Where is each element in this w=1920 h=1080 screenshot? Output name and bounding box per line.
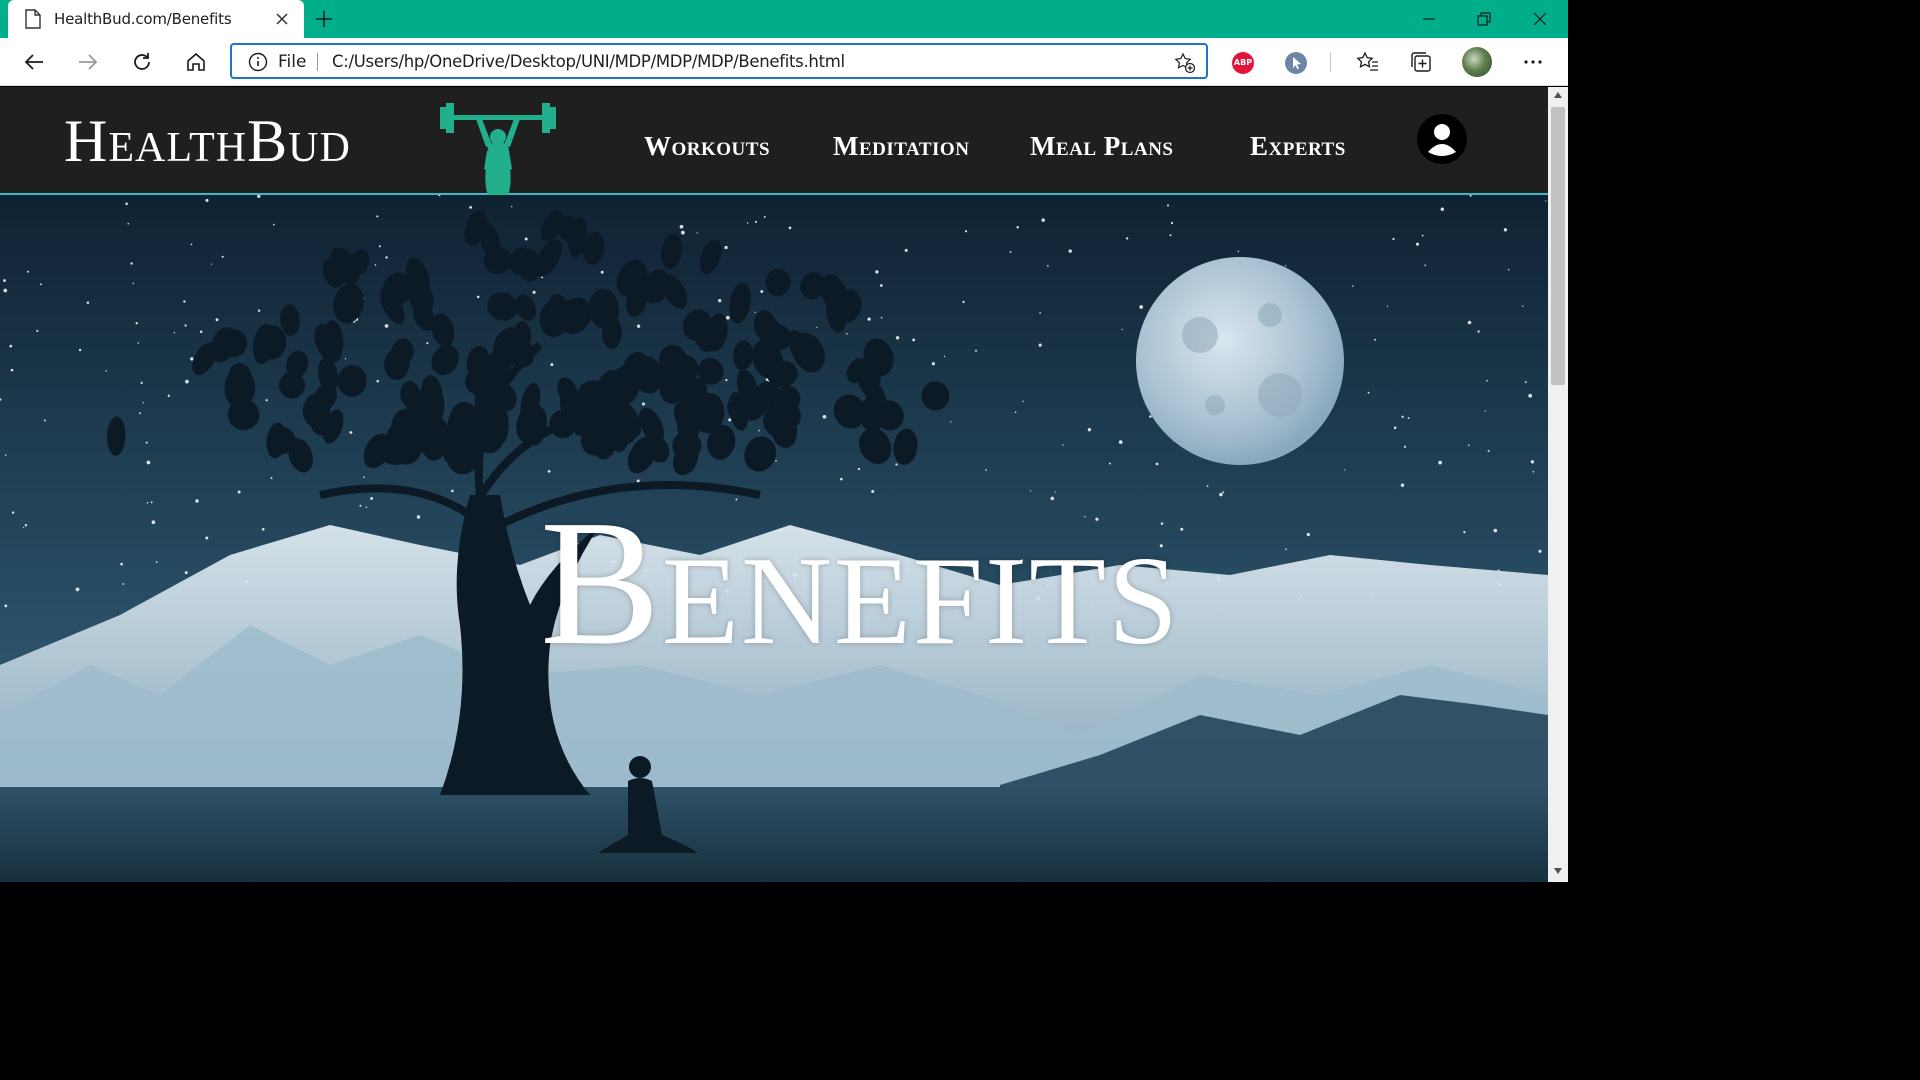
browser-tab-strip: HealthBud.com/Benefits (0, 0, 1568, 38)
nav-link-meditation[interactable]: Meditation (833, 131, 969, 162)
nav-link-workouts[interactable]: Workouts (644, 131, 770, 162)
plus-icon[interactable] (314, 9, 334, 29)
forward-icon[interactable] (76, 50, 100, 74)
close-window-icon[interactable] (1531, 10, 1549, 28)
home-icon[interactable] (184, 50, 208, 74)
page-scrollbar[interactable] (1548, 87, 1568, 882)
nav-link-experts[interactable]: Experts (1250, 131, 1346, 162)
adblock-extension-icon[interactable]: ABP (1232, 52, 1254, 74)
page-viewport: HealthBud Workouts Meditation Meal Plans… (0, 87, 1548, 882)
collections-icon[interactable] (1409, 50, 1433, 74)
cursor-extension-icon[interactable] (1285, 52, 1307, 74)
address-scheme-label: File (278, 52, 307, 72)
toolbar-divider (1330, 52, 1331, 72)
cursor-icon (1293, 57, 1301, 70)
nav-link-meal-plans[interactable]: Meal Plans (1030, 131, 1173, 162)
favorites-icon[interactable] (1356, 50, 1380, 74)
hero-banner: Benefits (0, 195, 1548, 882)
tab-title: HealthBud.com/Benefits (54, 10, 232, 28)
back-icon[interactable] (22, 50, 46, 74)
moon (1136, 257, 1344, 465)
site-brand[interactable]: HealthBud (64, 107, 351, 175)
more-icon[interactable] (1521, 50, 1545, 74)
scroll-up-arrow-icon[interactable] (1553, 91, 1563, 99)
site-navbar: HealthBud Workouts Meditation Meal Plans… (0, 87, 1548, 195)
browser-toolbar: File C:/Users/hp/OneDrive/Desktop/UNI/MD… (0, 38, 1568, 86)
user-circle-icon[interactable] (1416, 113, 1468, 165)
browser-tab[interactable]: HealthBud.com/Benefits (8, 0, 304, 38)
address-divider (317, 53, 318, 71)
close-icon[interactable] (274, 11, 290, 27)
weightlifter-logo[interactable] (436, 101, 560, 195)
refresh-icon[interactable] (130, 50, 154, 74)
page-icon (25, 9, 41, 29)
info-icon[interactable] (248, 52, 268, 72)
page-title: Benefits (540, 483, 1181, 682)
restore-icon[interactable] (1475, 10, 1493, 28)
address-bar[interactable]: File C:/Users/hp/OneDrive/Desktop/UNI/MD… (230, 43, 1208, 79)
add-favorite-icon[interactable] (1174, 52, 1196, 74)
url-text[interactable]: C:/Users/hp/OneDrive/Desktop/UNI/MDP/MDP… (332, 52, 845, 71)
scroll-down-arrow-icon[interactable] (1553, 867, 1563, 875)
profile-avatar[interactable] (1462, 47, 1492, 77)
minimize-icon[interactable] (1420, 10, 1438, 28)
scroll-thumb[interactable] (1551, 107, 1565, 385)
